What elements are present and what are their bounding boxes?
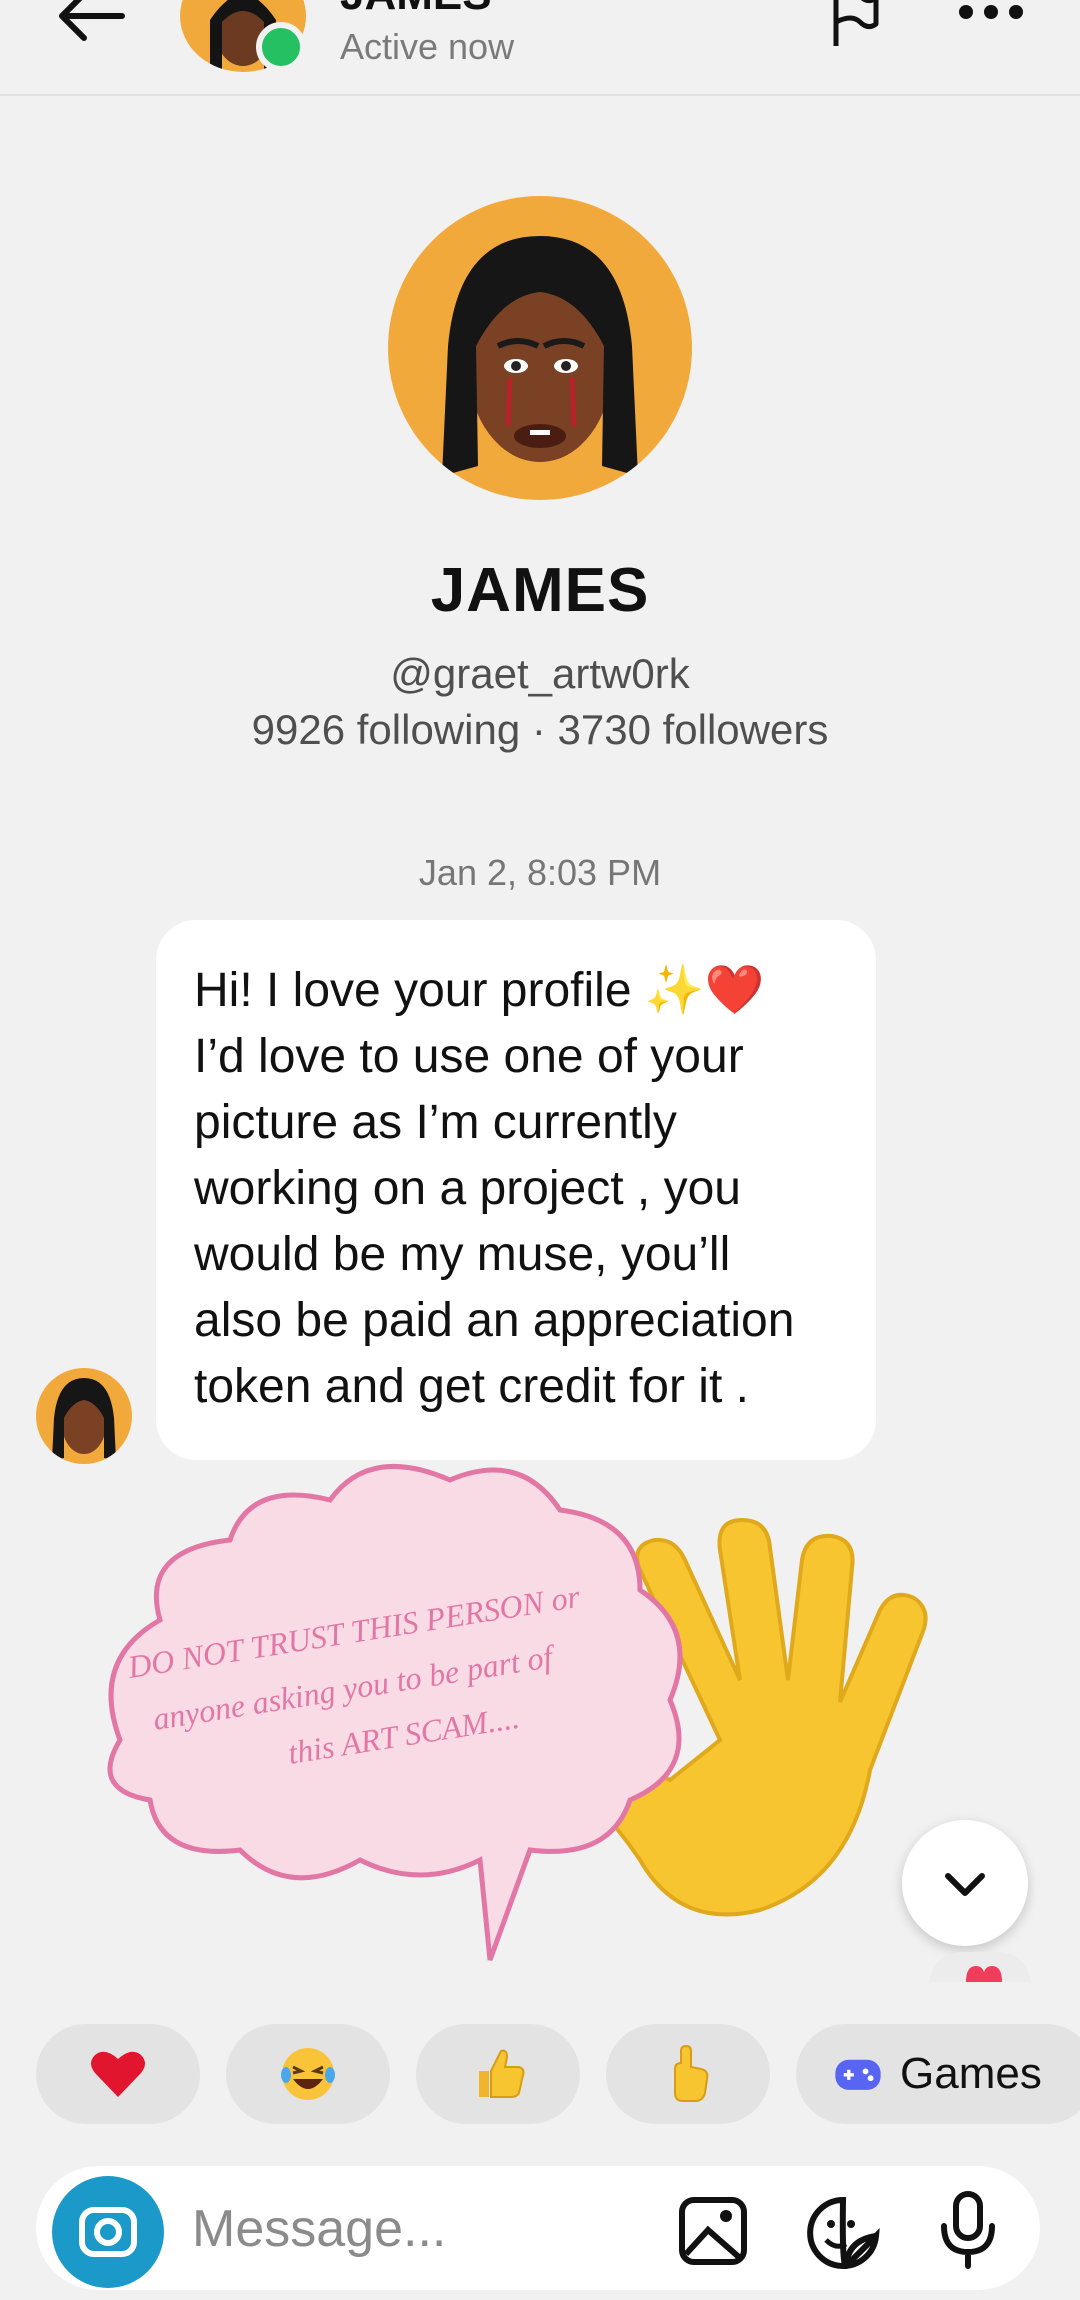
laughing-emoji-icon (281, 2048, 335, 2100)
message-line: working on a project , you (194, 1162, 741, 1215)
reaction-heart-button[interactable] (36, 2024, 200, 2124)
message-line: Hi! I love your profile ✨❤️ (194, 964, 765, 1017)
profile-handle: @graet_artw0rk (390, 650, 690, 697)
chevron-down-icon (945, 1873, 985, 1896)
games-label: Games (900, 2049, 1042, 2098)
message-line: would be my muse, you’ll (194, 1228, 731, 1281)
message-line: token and get credit for it . (194, 1360, 749, 1413)
message-line: also be paid an appreciation (194, 1294, 795, 1347)
camera-button[interactable] (52, 2176, 164, 2288)
camera-icon (79, 2207, 137, 2257)
reaction-peek (930, 1952, 1030, 1982)
profile-avatar[interactable] (388, 196, 692, 500)
message-input[interactable] (190, 2190, 694, 2268)
quick-reactions-bar: Games (0, 2024, 1080, 2124)
back-arrow-icon[interactable] (52, 0, 128, 46)
active-status: Active now (340, 26, 515, 67)
sticker-icon[interactable] (806, 2196, 880, 2270)
message-composer (36, 2166, 1040, 2290)
games-button[interactable]: Games (796, 2024, 1080, 2124)
warning-overlay: DO NOT TRUST THIS PERSON or anyone askin… (107, 1463, 928, 1961)
reaction-thumbs-up-button[interactable] (416, 2024, 580, 2124)
message-line: I’d love to use one of your (194, 1030, 744, 1083)
incoming-message-bubble[interactable]: Hi! I love your profile ✨❤️ I’d love to … (156, 920, 876, 1460)
profile-name: JAMES (430, 556, 650, 625)
flag-icon[interactable] (830, 0, 880, 46)
more-options-icon[interactable] (956, 0, 1026, 24)
chat-header: JAMES Active now (0, 0, 1080, 96)
profile-stats: 9926 following · 3730 followers (251, 706, 829, 753)
online-status-dot (256, 22, 306, 72)
header-title: JAMES (340, 0, 492, 20)
gallery-icon[interactable] (678, 2196, 748, 2266)
microphone-icon[interactable] (938, 2190, 998, 2270)
message-line: picture as I’m currently (194, 1096, 677, 1149)
reaction-laugh-button[interactable] (226, 2024, 390, 2124)
reaction-pointing-button[interactable] (606, 2024, 770, 2124)
thumbs-up-icon (479, 2049, 525, 2098)
heart-icon (91, 2051, 145, 2097)
message-timestamp: Jan 2, 8:03 PM (418, 852, 662, 893)
scroll-to-bottom-button[interactable] (902, 1820, 1028, 1946)
heart-icon (966, 1966, 1002, 1982)
gamepad-icon (835, 2059, 881, 2090)
pointing-hand-icon (674, 2044, 709, 2102)
